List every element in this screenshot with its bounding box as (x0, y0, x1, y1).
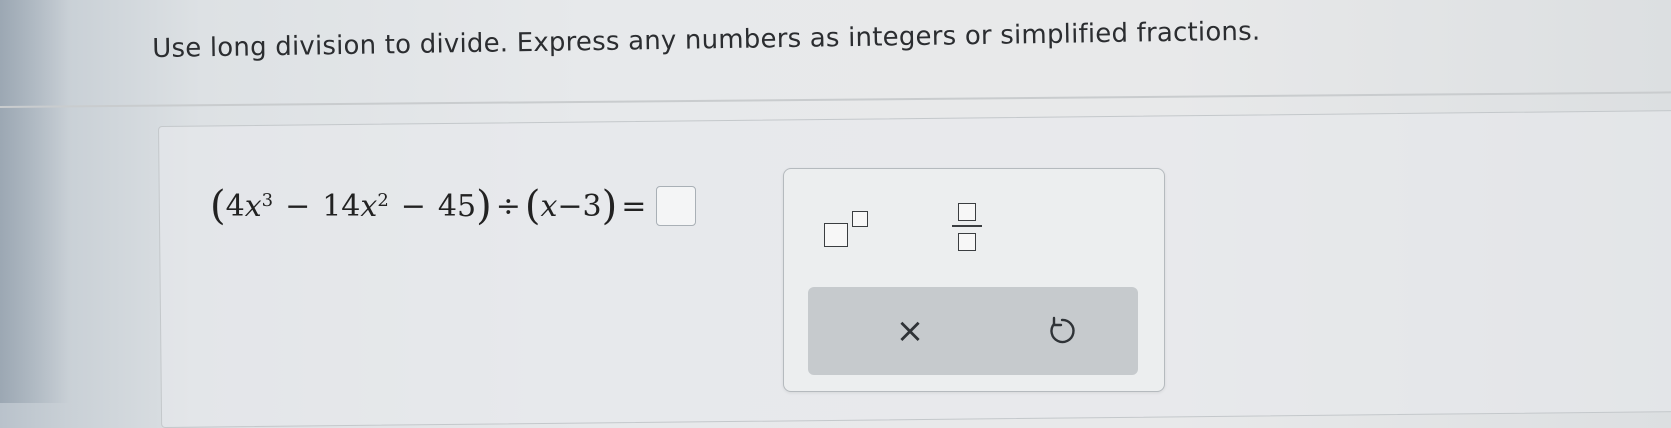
term-exponent-1: 3 (261, 189, 274, 211)
division-equation: ( 4 x 3 − 14 x 2 − 45 ) ÷ ( x − 3 ) = (210, 183, 697, 229)
divisor-constant: 3 (582, 188, 602, 224)
clear-button[interactable]: × (888, 309, 932, 353)
constant-term: 45 (437, 188, 477, 224)
minus-operator-3: − (557, 188, 583, 224)
palette-action-bar: × (808, 287, 1138, 375)
term-exponent-2: 2 (377, 189, 389, 211)
term-coefficient-1: 4 (225, 188, 245, 224)
close-paren: ) (476, 183, 492, 229)
minus-operator-1: − (285, 188, 311, 224)
section-divider (0, 91, 1671, 108)
exponent-template-button[interactable] (824, 209, 884, 249)
answer-input-box[interactable] (656, 186, 697, 226)
close-paren-divisor: ) (601, 183, 618, 229)
background-shadow (0, 0, 70, 403)
equals-sign: = (621, 188, 647, 224)
clear-icon: × (895, 311, 925, 351)
undo-icon (1050, 316, 1075, 344)
divide-operator: ÷ (495, 188, 521, 224)
term-coefficient-2: 14 (322, 188, 361, 224)
open-paren-divisor: ( (524, 183, 541, 229)
undo-button[interactable] (1040, 309, 1084, 353)
fraction-template-button[interactable] (952, 201, 982, 255)
term-variable-2: x (360, 188, 378, 224)
minus-operator-2: − (400, 188, 426, 224)
open-paren: ( (210, 183, 226, 229)
divisor-variable: x (540, 188, 558, 224)
term-variable-1: x (244, 188, 262, 224)
math-input-palette: × (783, 168, 1165, 392)
question-instruction: Use long division to divide. Express any… (152, 16, 1261, 64)
